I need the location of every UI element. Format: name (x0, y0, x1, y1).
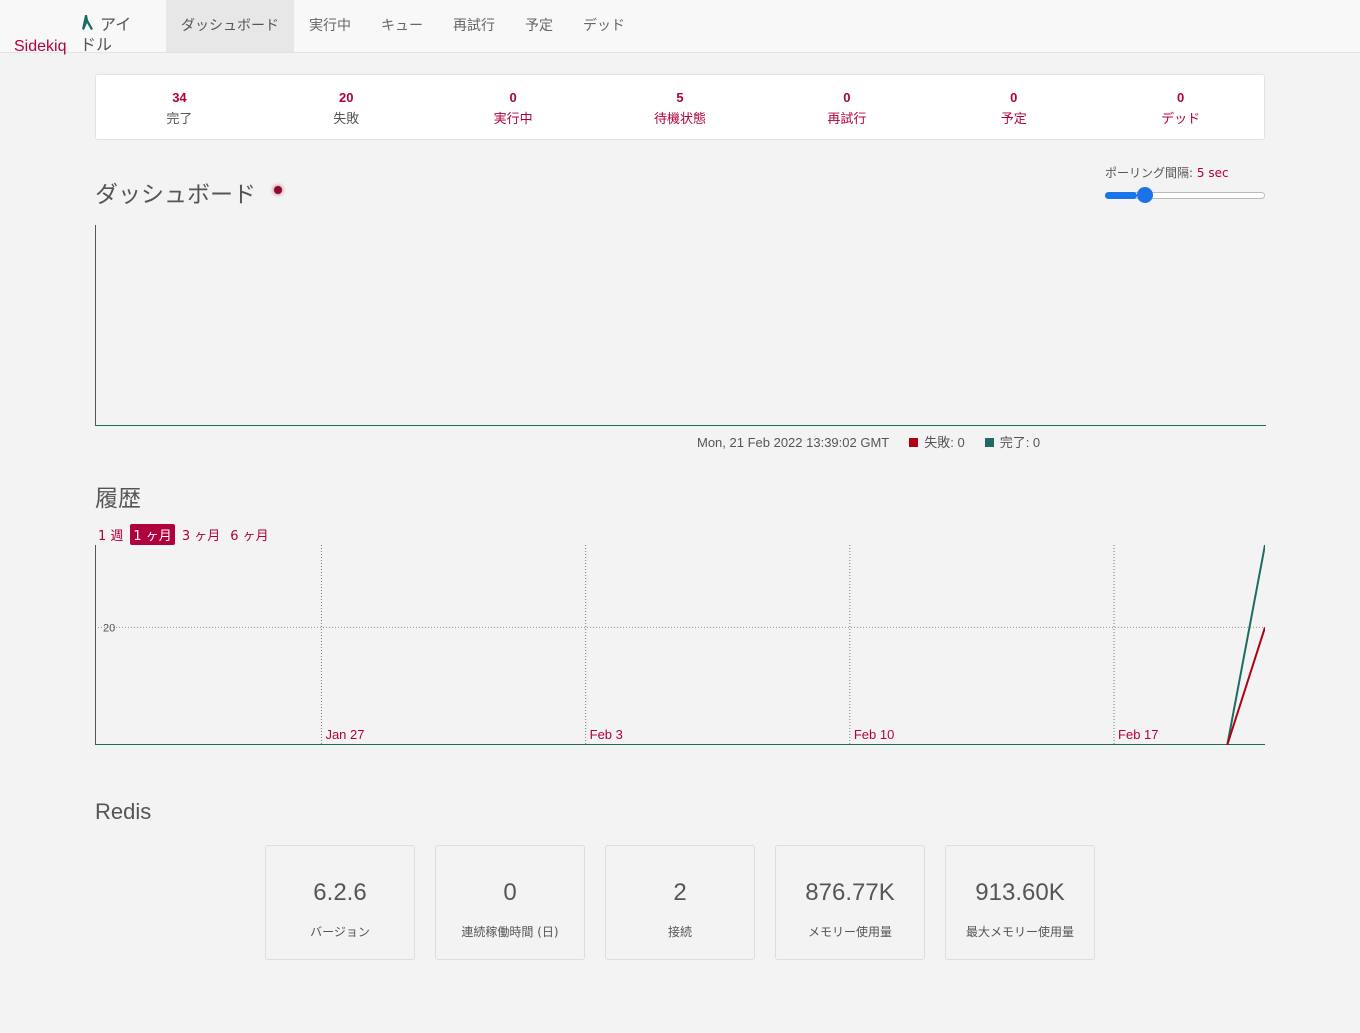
stat-label: 失敗 (333, 112, 360, 127)
range-3-months[interactable]: 3 ヶ月 (179, 524, 223, 545)
failed-swatch (909, 438, 919, 447)
redis-stat-label: 最大メモリー使用量 (965, 925, 1074, 939)
redis-stat-label: バージョン (310, 925, 370, 939)
slider-thumb[interactable] (1136, 187, 1153, 203)
stat-label: 予定 (1000, 112, 1027, 127)
redis-stat-value: 0 (503, 879, 517, 906)
poll-interval-label: ポーリング間隔: 5 sec (1105, 164, 1229, 181)
stat-scheduled[interactable]: 0 予定 (930, 75, 1097, 139)
realtime-failed: 失敗: 0 (924, 435, 965, 450)
nav-scheduled[interactable]: 予定 (510, 0, 568, 52)
stat-label: 待機状態 (654, 112, 707, 127)
stat-dead[interactable]: 0 デッド (1097, 75, 1264, 139)
redis-stat-label: 連続稼働時間 (日) (461, 925, 559, 939)
y-tick-label: 20 (103, 622, 115, 634)
range-1-month[interactable]: 1 ヶ月 (130, 524, 175, 545)
stat-value: 5 (676, 90, 684, 105)
processed-swatch (984, 438, 994, 447)
idle-status-icon (82, 15, 93, 30)
history-range-selector: 1 週 1 ヶ月 3 ヶ月 6 ヶ月 (95, 524, 272, 545)
redis-connections-box: 2 接続 (605, 845, 755, 960)
redis-uptime-box: 0 連続稼働時間 (日) (435, 845, 585, 960)
range-1-week[interactable]: 1 週 (95, 524, 126, 545)
stat-retries[interactable]: 0 再試行 (763, 75, 930, 139)
poll-label: ポーリング間隔: (1105, 166, 1194, 180)
process-status: アイドル (80, 14, 140, 55)
range-6-months[interactable]: 6 ヶ月 (227, 524, 271, 545)
redis-stat-label: 接続 (667, 925, 692, 939)
redis-stat-value: 6.2.6 (313, 879, 367, 906)
stat-label: デッド (1161, 112, 1201, 127)
stat-processed[interactable]: 34 完了 (96, 75, 263, 139)
stat-label: 完了 (166, 112, 193, 127)
poll-value: 5 sec (1196, 166, 1229, 180)
realtime-timestamp: Mon, 21 Feb 2022 13:39:02 GMT (697, 435, 890, 450)
x-tick-label: Feb 17 (1118, 727, 1158, 742)
stat-enqueued[interactable]: 5 待機状態 (597, 75, 764, 139)
stat-value: 0 (509, 90, 517, 105)
top-navbar: アイドル Sidekiq ダッシュボード 実行中 キュー 再試行 予定 デッド (0, 0, 1360, 56)
stat-value: 0 (1010, 90, 1018, 105)
nav-queues[interactable]: キュー (366, 0, 438, 52)
slider-fill (1105, 192, 1137, 199)
brand-link[interactable]: Sidekiq (14, 38, 66, 56)
redis-stats: 6.2.6 バージョン 0 連続稼働時間 (日) 2 接続 876.77K メモ… (265, 845, 1095, 960)
x-tick-label: Feb 10 (854, 727, 894, 742)
redis-stat-value: 876.77K (805, 879, 895, 906)
redis-stat-value: 913.60K (975, 879, 1065, 906)
redis-title: Redis (95, 799, 152, 824)
stat-value: 0 (1176, 90, 1185, 105)
stat-label: 再試行 (827, 112, 867, 127)
redis-stat-label: メモリー使用量 (807, 925, 892, 939)
nav-retries[interactable]: 再試行 (438, 0, 510, 52)
live-beacon-icon (274, 186, 282, 194)
stat-value: 34 (172, 90, 187, 105)
realtime-processed: 完了: 0 (999, 435, 1041, 450)
x-tick-label: Feb 3 (590, 727, 623, 742)
summary-bar: 34 完了 20 失敗 0 実行中 5 待機状態 0 再試行 0 予定 0 デッ… (95, 74, 1265, 140)
stat-label: 実行中 (493, 112, 533, 127)
dashboard-title: ダッシュボード (95, 182, 256, 208)
main-nav: ダッシュボード 実行中 キュー 再試行 予定 デッド (166, 0, 640, 52)
poll-interval-slider[interactable] (1105, 187, 1265, 203)
history-title: 履歴 (95, 486, 141, 512)
redis-memory-box: 876.77K メモリー使用量 (775, 845, 925, 960)
nav-dashboard[interactable]: ダッシュボード (166, 0, 294, 52)
stat-busy[interactable]: 0 実行中 (430, 75, 597, 139)
x-tick-label: Jan 27 (325, 727, 364, 742)
redis-stat-value: 2 (673, 879, 687, 906)
redis-peak-memory-box: 913.60K 最大メモリー使用量 (945, 845, 1095, 960)
realtime-legend: Mon, 21 Feb 2022 13:39:02 GMT 失敗: 0 完了: 0 (697, 432, 1040, 451)
realtime-chart (95, 225, 1266, 426)
nav-dead[interactable]: デッド (568, 0, 640, 52)
stat-value: 0 (843, 90, 851, 105)
stat-failed[interactable]: 20 失敗 (263, 75, 430, 139)
nav-busy[interactable]: 実行中 (294, 0, 366, 52)
history-chart: 20 Jan 27 Feb 3 Feb 10 Feb 17 (95, 545, 1265, 745)
redis-version-box: 6.2.6 バージョン (265, 845, 415, 960)
stat-value: 20 (339, 90, 354, 105)
